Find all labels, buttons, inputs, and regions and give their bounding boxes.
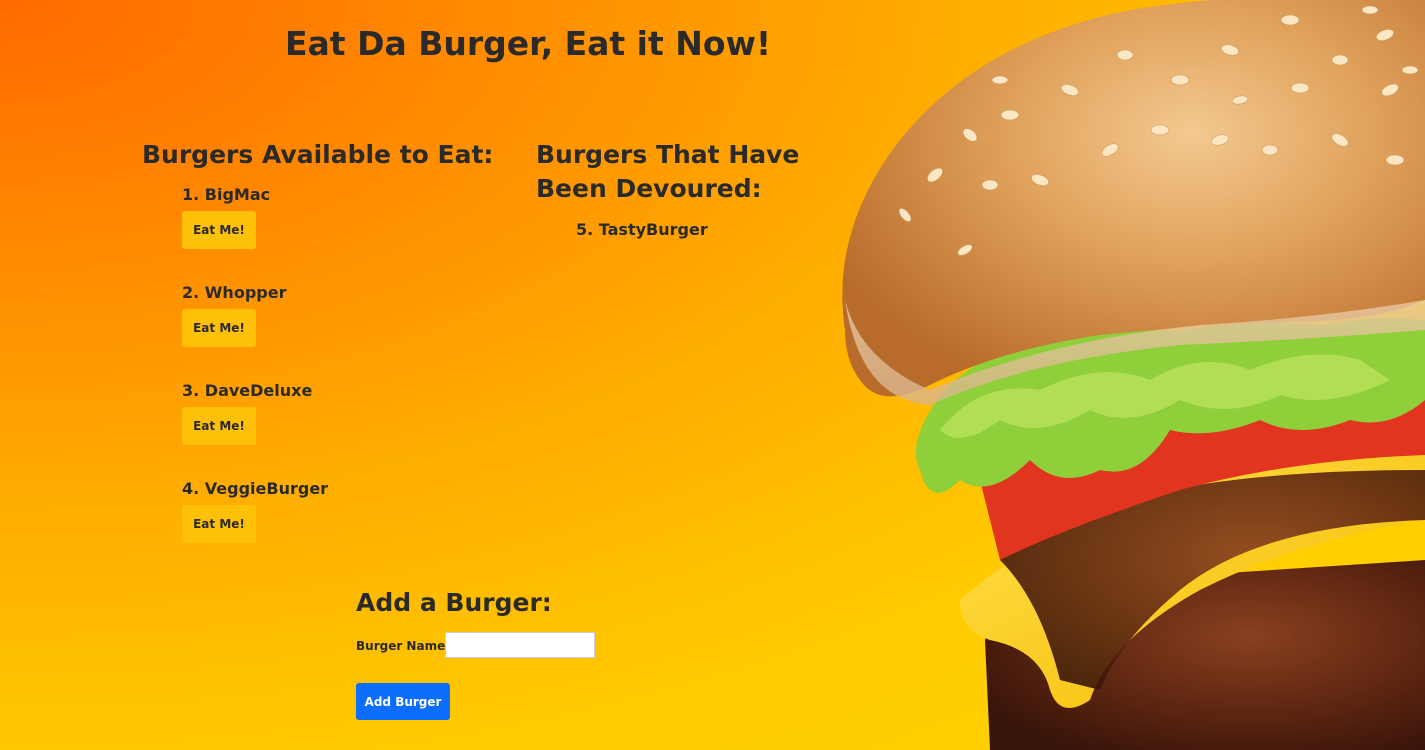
burger-name: 1. BigMac: [182, 185, 271, 204]
available-burger-item: 4. VeggieBurger Eat Me!: [182, 479, 329, 543]
eat-me-button[interactable]: Eat Me!: [182, 407, 256, 445]
devoured-burgers-heading: Burgers That Have Been Devoured:: [536, 140, 800, 203]
add-burger-heading: Add a Burger:: [356, 588, 552, 617]
main-content: Eat Da Burger, Eat it Now! Burgers Avail…: [0, 0, 1425, 750]
burger-name-label: Burger Name:: [356, 639, 451, 653]
eat-me-button[interactable]: Eat Me!: [182, 309, 256, 347]
available-burgers-heading: Burgers Available to Eat:: [142, 140, 494, 169]
available-burger-item: 1. BigMac Eat Me!: [182, 185, 271, 249]
burger-name: 3. DaveDeluxe: [182, 381, 313, 400]
burger-name-input[interactable]: [445, 632, 595, 658]
burger-name: 4. VeggieBurger: [182, 479, 329, 498]
add-burger-button[interactable]: Add Burger: [356, 683, 450, 720]
burger-name: 2. Whopper: [182, 283, 287, 302]
eat-me-button[interactable]: Eat Me!: [182, 505, 256, 543]
available-burger-item: 3. DaveDeluxe Eat Me!: [182, 381, 313, 445]
page-title: Eat Da Burger, Eat it Now!: [285, 24, 772, 63]
available-burger-item: 2. Whopper Eat Me!: [182, 283, 287, 347]
devoured-burger-item: 5. TastyBurger: [576, 220, 708, 239]
eat-me-button[interactable]: Eat Me!: [182, 211, 256, 249]
